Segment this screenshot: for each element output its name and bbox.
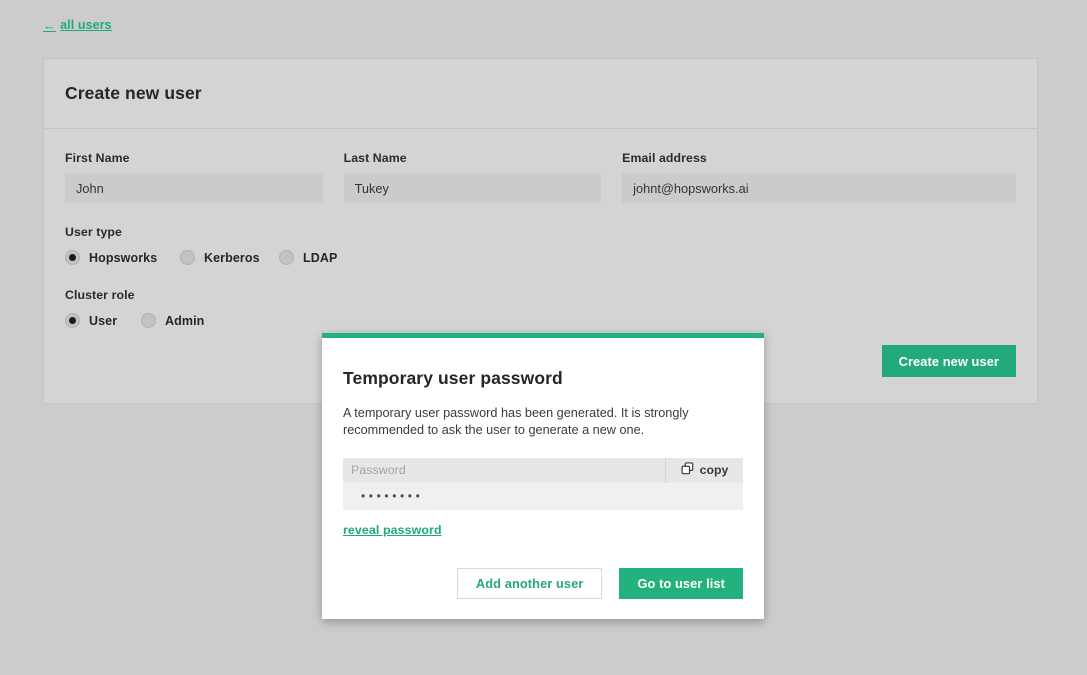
reveal-password-link[interactable]: reveal password [343,523,442,537]
radio-label: Admin [165,314,204,328]
user-type-section: User type Hopsworks Kerberos LDAP [65,225,1016,265]
last-name-label: Last Name [344,151,602,165]
last-name-field-group: Last Name Tukey [344,151,602,203]
page-title: Create new user [65,83,202,104]
modal-body: Temporary user password A temporary user… [322,333,764,619]
radio-dot-icon [279,250,294,265]
radio-label: Hopsworks [89,251,157,265]
radio-cluster-role-user[interactable]: User [65,313,141,328]
last-name-input[interactable]: Tukey [344,173,602,203]
card-header: Create new user [44,59,1037,129]
name-email-row: First Name John Last Name Tukey Email ad… [65,151,1016,203]
modal-description: A temporary user password has been gener… [343,405,738,439]
password-legend: Password [343,458,665,483]
email-label: Email address [622,151,1016,165]
password-input[interactable]: •••••••• [343,483,743,510]
arrow-left-icon: ← [43,19,56,32]
copy-icon [681,462,694,478]
temporary-password-modal: Temporary user password A temporary user… [322,333,764,619]
password-box: Password copy •••••••• [343,458,743,510]
radio-cluster-role-admin[interactable]: Admin [141,313,204,328]
first-name-field-group: First Name John [65,151,323,203]
email-field-group: Email address johnt@hopsworks.ai [622,151,1016,203]
add-another-user-button[interactable]: Add another user [457,568,603,599]
back-to-all-users-link[interactable]: ← all users [43,18,112,32]
email-input[interactable]: johnt@hopsworks.ai [622,173,1016,203]
modal-title: Temporary user password [343,368,743,389]
modal-actions: Add another user Go to user list [343,568,743,599]
radio-user-type-kerberos[interactable]: Kerberos [180,250,279,265]
create-new-user-button[interactable]: Create new user [882,345,1016,377]
first-name-label: First Name [65,151,323,165]
radio-label: User [89,314,117,328]
copy-password-button[interactable]: copy [665,458,743,483]
user-type-label: User type [65,225,1016,239]
radio-user-type-ldap[interactable]: LDAP [279,250,337,265]
radio-user-type-hopsworks[interactable]: Hopsworks [65,250,180,265]
user-type-radio-group: Hopsworks Kerberos LDAP [65,250,1016,265]
radio-dot-icon [65,313,80,328]
radio-label: Kerberos [204,251,260,265]
radio-dot-icon [180,250,195,265]
radio-label: LDAP [303,251,337,265]
back-link-label: all users [60,18,112,32]
radio-dot-icon [141,313,156,328]
cluster-role-section: Cluster role User Admin [65,288,1016,328]
copy-label: copy [700,463,729,477]
first-name-input[interactable]: John [65,173,323,203]
radio-dot-icon [65,250,80,265]
cluster-role-radio-group: User Admin [65,313,1016,328]
cluster-role-label: Cluster role [65,288,1016,302]
password-box-header: Password copy [343,458,743,483]
go-to-user-list-button[interactable]: Go to user list [619,568,743,599]
